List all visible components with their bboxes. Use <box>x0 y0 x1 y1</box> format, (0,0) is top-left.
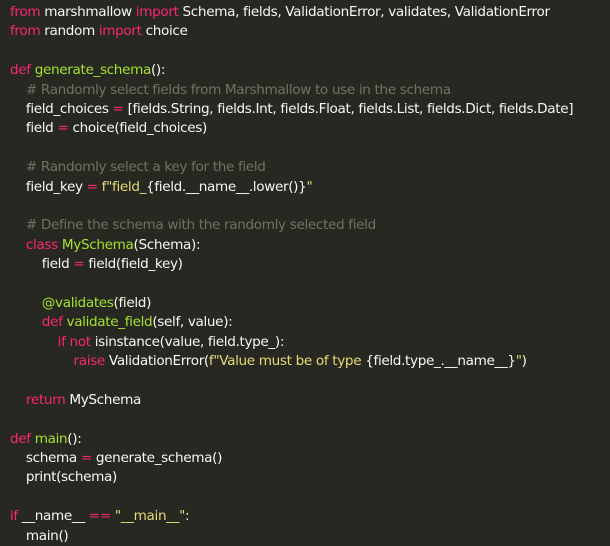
code-token: generate_schema <box>34 62 152 79</box>
code-line[interactable] <box>10 139 610 158</box>
code-token: = <box>57 120 69 137</box>
code-line[interactable]: def validate_field(self, value): <box>10 313 610 332</box>
code-line[interactable]: @validates(field) <box>10 294 610 313</box>
code-token: field_key <box>10 178 87 195</box>
code-token: (Schema): <box>133 236 201 253</box>
code-token: " <box>306 178 313 195</box>
code-token: # Randomly select fields from Marshmallo… <box>25 81 451 98</box>
code-token: ValidationError( <box>104 353 209 370</box>
code-line[interactable] <box>10 42 610 61</box>
code-token: return <box>25 391 66 408</box>
code-token: ) <box>521 353 527 370</box>
code-line[interactable]: if not isinstance(value, field.type_): <box>10 333 610 352</box>
code-token: isinstance(value, field.type_): <box>90 333 285 350</box>
code-token: import <box>135 4 179 20</box>
code-line[interactable]: # Define the schema with the randomly se… <box>10 216 610 235</box>
code-token: not <box>69 333 92 350</box>
code-line[interactable] <box>10 274 610 293</box>
code-token: from <box>10 4 41 20</box>
code-token: MySchema <box>61 236 134 253</box>
code-token: f"field_ <box>101 178 147 195</box>
code-token: generate_schema() <box>91 449 223 466</box>
code-token: (): <box>150 62 166 79</box>
code-line[interactable]: schema = generate_schema() <box>10 449 610 468</box>
code-token: random <box>40 23 99 40</box>
code-token: "__main__" <box>114 508 186 525</box>
code-token: choice(field_choices) <box>68 120 207 137</box>
code-token: {field.type_.__name__} <box>365 353 516 370</box>
code-line[interactable] <box>10 410 610 429</box>
code-line[interactable]: field = choice(field_choices) <box>10 119 610 138</box>
code-token: = <box>112 100 124 117</box>
code-token: print(schema) <box>10 469 117 486</box>
code-line[interactable]: from random import choice <box>10 22 610 41</box>
code-token: import <box>98 23 142 40</box>
code-token: def <box>41 314 63 331</box>
code-token: field(field_key) <box>84 256 183 273</box>
code-token: validate_field <box>66 314 153 331</box>
code-token: __name__ <box>17 508 89 525</box>
code-token: (field) <box>113 294 152 311</box>
code-line[interactable]: return MySchema <box>10 391 610 410</box>
code-token: = <box>86 178 98 195</box>
code-token: schema <box>10 449 81 466</box>
code-token: def <box>10 430 31 447</box>
code-token: # Randomly select a key for the field <box>25 159 266 176</box>
code-line[interactable]: def generate_schema(): <box>10 61 610 80</box>
code-token: main() <box>10 527 69 544</box>
code-editor[interactable]: from marshmallow import Schema, fields, … <box>0 0 610 544</box>
code-line[interactable]: field = field(field_key) <box>10 255 610 274</box>
code-line[interactable]: # Randomly select fields from Marshmallo… <box>10 81 610 100</box>
code-token: (): <box>67 430 82 447</box>
code-line[interactable] <box>10 488 610 507</box>
code-token: MySchema <box>65 391 141 408</box>
code-token: = <box>73 256 85 273</box>
code-token: Schema, fields, ValidationError, validat… <box>178 4 551 20</box>
code-token: (self, value): <box>152 314 233 331</box>
code-line[interactable]: # Randomly select a key for the field <box>10 158 610 177</box>
code-line[interactable]: field_choices = [fields.String, fields.I… <box>10 100 610 119</box>
code-token: main <box>34 430 68 447</box>
code-token: = <box>80 449 92 466</box>
code-token: class <box>25 236 58 253</box>
code-line[interactable]: raise ValidationError(f"Value must be of… <box>10 352 610 371</box>
code-line[interactable]: field_key = f"field_{field.__name__.lowe… <box>10 178 610 197</box>
code-token: from <box>10 23 41 40</box>
code-token: choice <box>141 23 188 40</box>
code-token: {field.__name__.lower()} <box>146 178 307 195</box>
code-line[interactable]: main() <box>10 527 610 546</box>
code-line[interactable]: print(schema) <box>10 468 610 487</box>
code-token: if <box>57 333 66 350</box>
code-token: field_choices <box>10 100 113 117</box>
code-token: if <box>10 508 18 525</box>
code-token: def <box>10 62 31 79</box>
code-line[interactable]: from marshmallow import Schema, fields, … <box>10 3 610 22</box>
code-token: marshmallow <box>40 4 136 20</box>
code-token: == <box>88 508 111 525</box>
code-line[interactable]: class MySchema(Schema): <box>10 236 610 255</box>
code-token: @validates <box>41 294 114 311</box>
code-token: field <box>10 120 58 137</box>
code-token: field <box>10 256 74 273</box>
code-token: : <box>185 508 190 525</box>
code-line[interactable]: def main(): <box>10 430 610 449</box>
code-token: # Define the schema with the randomly se… <box>25 217 376 234</box>
code-token: f"Value must be of type <box>208 353 366 370</box>
code-line[interactable] <box>10 371 610 390</box>
code-token: raise <box>73 353 106 370</box>
code-token: [fields.String, fields.Int, fields.Float… <box>123 100 574 117</box>
code-line[interactable]: if __name__ == "__main__": <box>10 507 610 526</box>
code-line[interactable] <box>10 197 610 216</box>
